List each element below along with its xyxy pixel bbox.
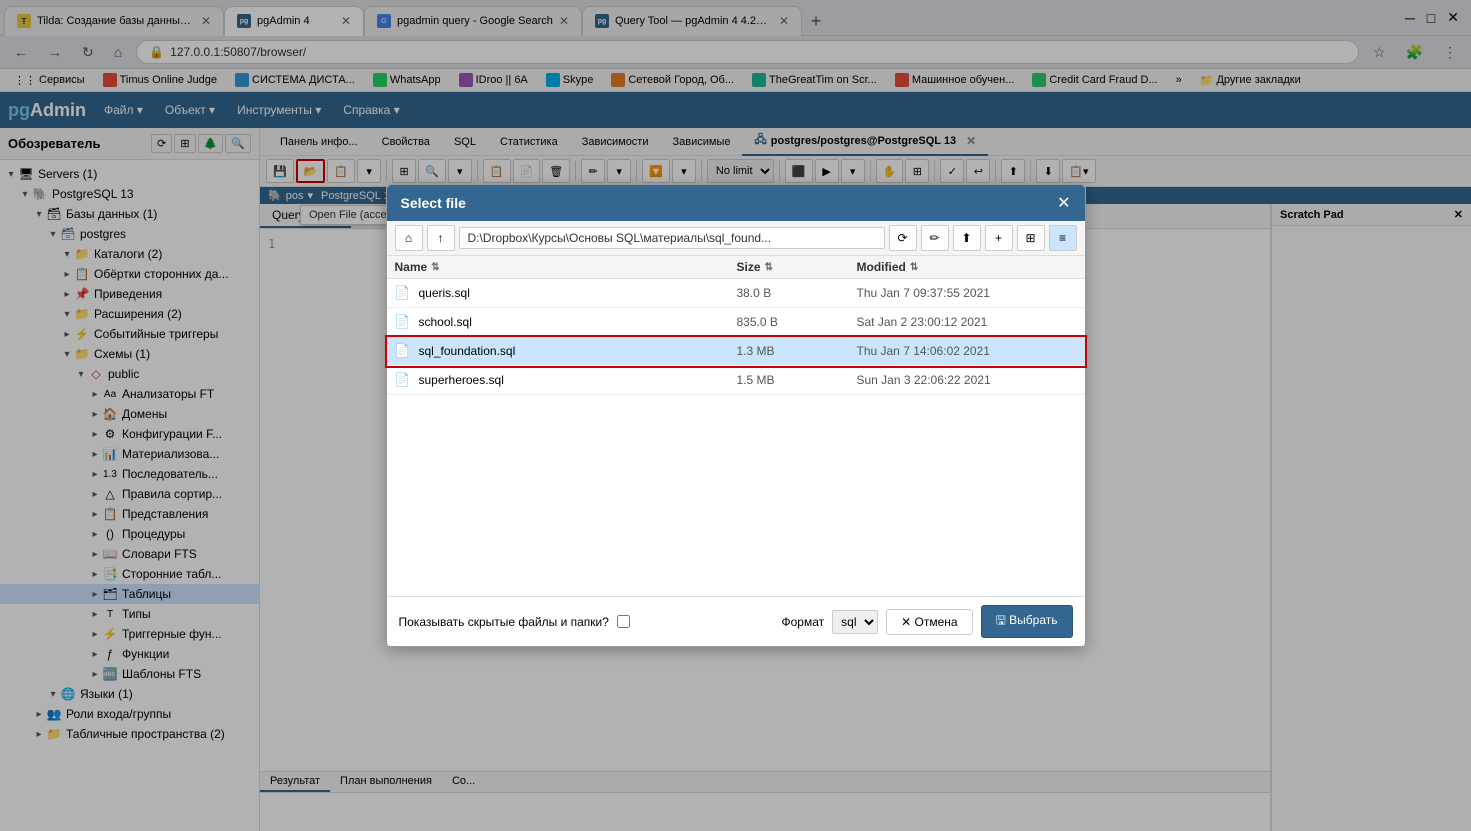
col-name[interactable]: Name ⇅ [395, 260, 737, 274]
file-icon-0: 📄 [395, 285, 411, 301]
file-dialog: Select file ✕ ⌂ ↑ ⟳ ✏ ⬆ + ⊞ ≡ Name ⇅ [386, 184, 1086, 647]
footer-left: Показывать скрытые файлы и папки? [399, 615, 630, 629]
select-button[interactable]: 🖫 Выбрать [981, 605, 1073, 638]
file-modified-1: Sat Jan 2 23:00:12 2021 [857, 315, 1077, 329]
file-name-1: school.sql [419, 315, 737, 329]
file-item-1[interactable]: 📄 school.sql 835.0 B Sat Jan 2 23:00:12 … [387, 308, 1085, 337]
col-modified-sort: ⇅ [910, 262, 918, 273]
dialog-list-view-btn[interactable]: ≡ [1049, 225, 1077, 251]
dialog-footer: Показывать скрытые файлы и папки? Формат… [387, 596, 1085, 646]
file-icon-1: 📄 [395, 314, 411, 330]
file-item-0[interactable]: 📄 queris.sql 38.0 B Thu Jan 7 09:37:55 2… [387, 279, 1085, 308]
show-hidden-checkbox[interactable] [617, 615, 630, 628]
dialog-edit-btn[interactable]: ✏ [921, 225, 949, 251]
file-icon-3: 📄 [395, 372, 411, 388]
file-size-1: 835.0 B [737, 315, 857, 329]
col-size-sort: ⇅ [765, 262, 773, 273]
dialog-home-btn[interactable]: ⌂ [395, 225, 423, 251]
file-size-0: 38.0 B [737, 286, 857, 300]
cancel-button[interactable]: ✕ Отмена [886, 609, 972, 635]
dialog-title: Select file [401, 195, 466, 211]
file-name-0: queris.sql [419, 286, 737, 300]
file-item-2[interactable]: 📄 sql_foundation.sql 1.3 MB Thu Jan 7 14… [387, 337, 1085, 366]
col-modified[interactable]: Modified ⇅ [857, 260, 1077, 274]
col-name-label: Name [395, 260, 428, 274]
dialog-grid-view-btn[interactable]: ⊞ [1017, 225, 1045, 251]
file-dialog-overlay: Select file ✕ ⌂ ↑ ⟳ ✏ ⬆ + ⊞ ≡ Name ⇅ [0, 0, 1471, 831]
file-item-3[interactable]: 📄 superheroes.sql 1.5 MB Sun Jan 3 22:06… [387, 366, 1085, 395]
file-size-3: 1.5 MB [737, 373, 857, 387]
file-list: Name ⇅ Size ⇅ Modified ⇅ 📄 queris.sql 38… [387, 256, 1085, 596]
footer-right: Формат sql ✕ Отмена 🖫 Выбрать [782, 605, 1073, 638]
col-modified-label: Modified [857, 260, 906, 274]
dialog-upload-btn[interactable]: ⬆ [953, 225, 981, 251]
dialog-toolbar: ⌂ ↑ ⟳ ✏ ⬆ + ⊞ ≡ [387, 221, 1085, 256]
file-modified-0: Thu Jan 7 09:37:55 2021 [857, 286, 1077, 300]
file-modified-2: Thu Jan 7 14:06:02 2021 [857, 344, 1077, 358]
dialog-header: Select file ✕ [387, 185, 1085, 221]
file-list-header: Name ⇅ Size ⇅ Modified ⇅ [387, 256, 1085, 279]
format-label: Формат [782, 615, 825, 629]
col-size-label: Size [737, 260, 761, 274]
show-hidden-label: Показывать скрытые файлы и папки? [399, 615, 609, 629]
dialog-refresh-btn[interactable]: ⟳ [889, 225, 917, 251]
file-modified-3: Sun Jan 3 22:06:22 2021 [857, 373, 1077, 387]
dialog-newdir-btn[interactable]: + [985, 225, 1013, 251]
file-size-2: 1.3 MB [737, 344, 857, 358]
dialog-up-btn[interactable]: ↑ [427, 225, 455, 251]
dialog-close-btn[interactable]: ✕ [1057, 193, 1070, 213]
file-name-2: sql_foundation.sql [419, 344, 737, 358]
col-name-sort: ⇅ [431, 262, 439, 273]
path-display[interactable] [459, 227, 885, 249]
format-select[interactable]: sql [832, 610, 878, 634]
file-icon-2: 📄 [395, 343, 411, 359]
file-name-3: superheroes.sql [419, 373, 737, 387]
col-size[interactable]: Size ⇅ [737, 260, 857, 274]
